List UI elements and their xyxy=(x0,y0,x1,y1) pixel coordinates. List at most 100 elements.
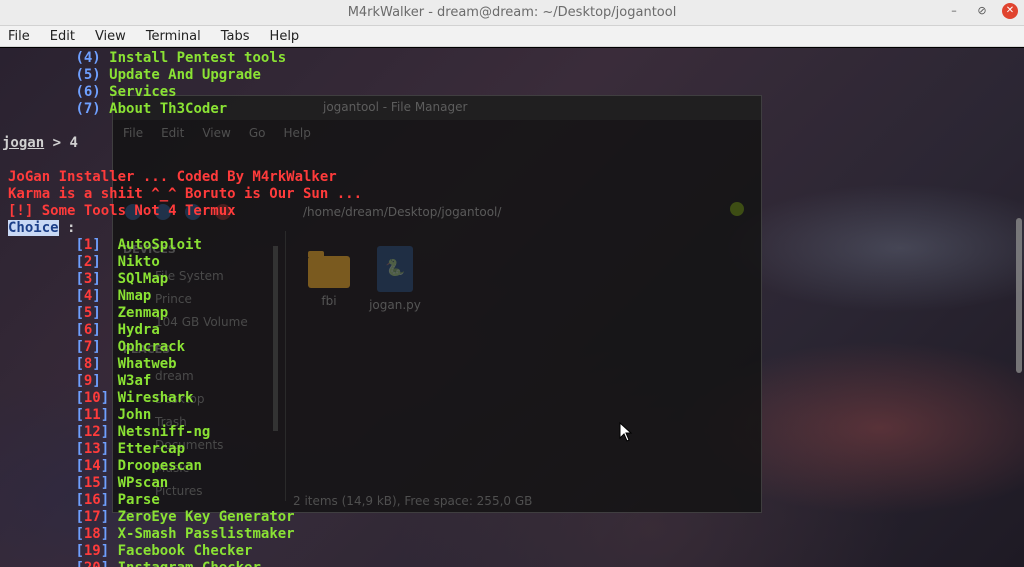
menu-terminal[interactable]: Terminal xyxy=(146,29,201,44)
tool-number: 10 xyxy=(83,390,101,406)
tool-item: [9] W3af xyxy=(75,373,152,389)
window-titlebar[interactable]: M4rkWalker - dream@dream: ~/Desktop/joga… xyxy=(0,0,1024,26)
file-manager-menubar: File Edit View Go Help xyxy=(123,126,311,140)
prompt-user: jogan xyxy=(2,135,45,151)
tool-number: 12 xyxy=(83,424,101,440)
tool-number: 16 xyxy=(83,492,101,508)
tool-item: [3] SQlMap xyxy=(75,271,169,287)
tool-item: [15] WPscan xyxy=(75,475,169,491)
menu-edit[interactable]: Edit xyxy=(50,29,75,44)
tool-name: Ophcrack xyxy=(117,339,186,355)
tool-item: [1] AutoSploit xyxy=(75,237,202,253)
menu-line: (6) Services xyxy=(8,84,176,101)
tool-number: 17 xyxy=(83,509,101,525)
header-line: JoGan Installer ... Coded By M4rkWalker xyxy=(8,169,337,185)
tool-name: Instagram Checker xyxy=(118,560,261,567)
tool-number: 19 xyxy=(83,543,101,559)
menu-line: (4) Install Pentest tools xyxy=(8,50,286,67)
prompt-separator: > xyxy=(44,135,70,151)
tool-name: SQlMap xyxy=(117,271,169,287)
close-button[interactable]: ✕ xyxy=(1002,3,1018,19)
tool-item: [10] Wireshark xyxy=(75,390,194,406)
tool-name: Whatweb xyxy=(117,356,177,372)
header-line: [!] Some Tools Not 4 Termux xyxy=(8,203,236,219)
menu-num: (5) xyxy=(75,67,101,83)
window-title: M4rkWalker - dream@dream: ~/Desktop/joga… xyxy=(347,5,677,20)
tool-name: Zenmap xyxy=(117,305,169,321)
prompt-line: jogan > 4 xyxy=(2,135,78,152)
python-file-icon xyxy=(377,246,413,292)
folder-icon xyxy=(308,251,350,288)
tool-name: Droopescan xyxy=(117,458,202,474)
tool-item: [2] Nikto xyxy=(75,254,160,270)
sidebar-item-prince: Prince xyxy=(155,292,192,306)
fm-menu-go: Go xyxy=(248,126,266,140)
tool-item: [19] Facebook Checker xyxy=(75,543,253,559)
sidebar-item-volume: 104 GB Volume xyxy=(155,315,248,329)
tool-number: 14 xyxy=(83,458,101,474)
menu-view[interactable]: View xyxy=(95,29,126,44)
file-name: jogan.py xyxy=(369,298,421,312)
tool-name: John xyxy=(117,407,152,423)
tool-number: 11 xyxy=(83,407,101,423)
file-manager-title: jogantool - File Manager xyxy=(323,100,468,114)
tool-item: [6] Hydra xyxy=(75,322,160,338)
minimize-button[interactable]: – xyxy=(946,3,962,19)
mouse-cursor-icon xyxy=(619,422,633,442)
refresh-icon xyxy=(730,202,744,216)
menu-label: Update And Upgrade xyxy=(109,67,261,83)
tool-name: Nmap xyxy=(117,288,152,304)
fm-menu-edit: Edit xyxy=(161,126,185,140)
header-line: Karma is a shiit ^_^ Boruto is Our Sun .… xyxy=(8,186,363,202)
window-controls: – ⊘ ✕ xyxy=(946,3,1018,19)
tool-name: ZeroEye Key Generator xyxy=(117,509,295,525)
tool-item: [18] X-Smash Passlistmaker xyxy=(75,526,295,542)
tool-item: [8] Whatweb xyxy=(75,356,177,372)
tool-name: Facebook Checker xyxy=(117,543,253,559)
menu-tabs[interactable]: Tabs xyxy=(221,29,250,44)
terminal-area[interactable]: jogantool - File Manager File Edit View … xyxy=(0,48,1024,567)
tool-item: [16] Parse xyxy=(75,492,160,508)
tool-number: 13 xyxy=(83,441,101,457)
tool-name: Hydra xyxy=(117,322,160,338)
choice-line: Choice : xyxy=(8,220,75,237)
tool-name: Netsniff-ng xyxy=(117,424,211,440)
menu-label: About Th3Coder xyxy=(109,101,228,117)
file-manager-window: jogantool - File Manager File Edit View … xyxy=(112,95,762,513)
menu-line: (7) About Th3Coder xyxy=(8,101,227,118)
tool-item: [7] Ophcrack xyxy=(75,339,186,355)
choice-suffix: : xyxy=(58,220,76,236)
terminal-scrollbar[interactable] xyxy=(1016,218,1022,373)
tool-item: [13] Ettercap xyxy=(75,441,186,457)
file-item-fbi: fbi xyxy=(307,251,351,308)
fm-menu-help: Help xyxy=(283,126,311,140)
tool-name: Wireshark xyxy=(117,390,194,406)
file-name: fbi xyxy=(321,294,337,308)
sidebar-divider xyxy=(285,231,286,501)
tool-name: AutoSploit xyxy=(117,237,202,253)
terminal-menubar: File Edit View Terminal Tabs Help xyxy=(0,26,1024,47)
tool-name: Ettercap xyxy=(117,441,186,457)
menu-num: (4) xyxy=(75,50,101,66)
tool-item: [11] John xyxy=(75,407,152,423)
tool-number: 20 xyxy=(84,560,101,567)
tool-item: [17] ZeroEye Key Generator xyxy=(75,509,295,525)
tool-item: [4] Nmap xyxy=(75,288,152,304)
tool-item: [20] Instagram Checker xyxy=(8,560,261,567)
fm-menu-file: File xyxy=(123,126,144,140)
menu-file[interactable]: File xyxy=(8,29,30,44)
menu-line: (5) Update And Upgrade xyxy=(8,67,261,84)
tool-item: [5] Zenmap xyxy=(75,305,169,321)
tool-item: [14] Droopescan xyxy=(75,458,202,474)
tool-name: W3af xyxy=(117,373,152,389)
sidebar-scrollbar xyxy=(273,246,278,431)
tool-item: [12] Netsniff-ng xyxy=(75,424,211,440)
tool-name: Nikto xyxy=(117,254,160,270)
maximize-button[interactable]: ⊘ xyxy=(974,3,990,19)
tool-name: X-Smash Passlistmaker xyxy=(117,526,295,542)
tool-name: Parse xyxy=(117,492,160,508)
tool-number: 18 xyxy=(83,526,101,542)
choice-label: Choice xyxy=(8,220,59,236)
menu-help[interactable]: Help xyxy=(270,29,300,44)
menu-label: Install Pentest tools xyxy=(109,50,287,66)
